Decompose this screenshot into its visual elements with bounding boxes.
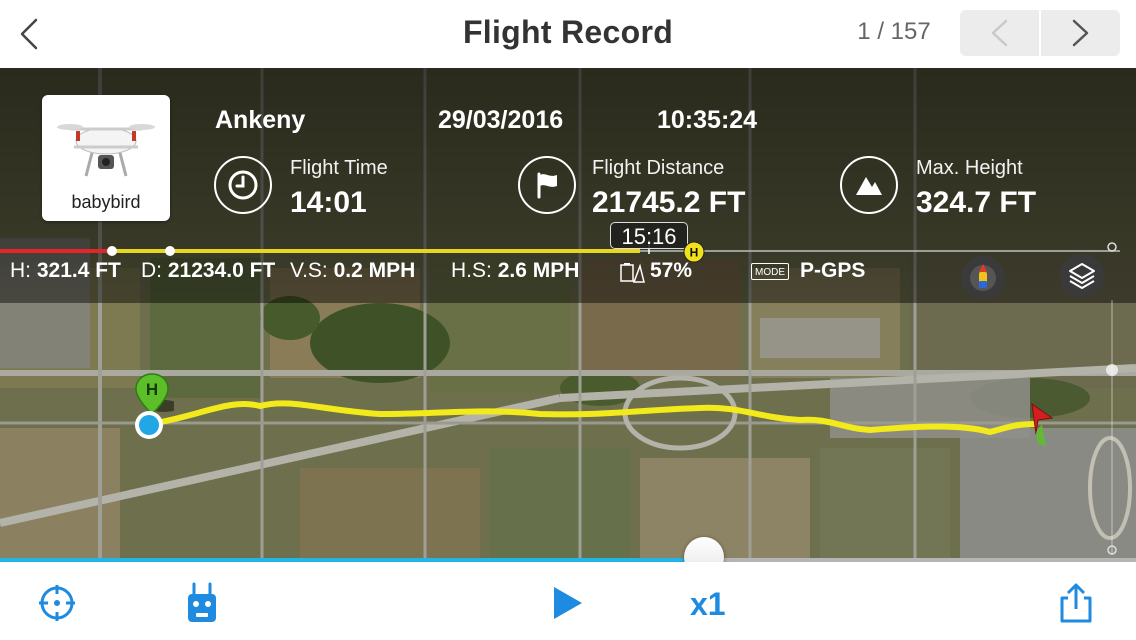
horizontal-speed-readout: H.S: 2.6 MPH xyxy=(451,259,579,283)
next-record-button[interactable] xyxy=(1041,10,1120,56)
svg-text:H: H xyxy=(146,380,158,399)
height-label: H: xyxy=(10,259,31,282)
battery-level: 57% xyxy=(650,259,693,282)
max-height-label: Max. Height xyxy=(916,157,1023,179)
flag-icon xyxy=(518,156,576,214)
flight-time-label: Flight Time xyxy=(290,157,388,179)
flight-date: 29/03/2016 xyxy=(438,106,564,134)
flight-time-value: 14:01 xyxy=(290,186,367,219)
zoom-scale xyxy=(1106,300,1118,555)
timeline-marker[interactable] xyxy=(107,246,117,256)
crosshair-icon xyxy=(39,585,75,621)
flight-start-time: 10:35:24 xyxy=(657,106,758,134)
mountain-icon xyxy=(840,156,898,214)
aircraft-orientation-button[interactable] xyxy=(961,256,1005,300)
distance-value: 21234.0 FT xyxy=(167,259,276,282)
remote-controller-icon xyxy=(188,582,216,622)
horizontal-speed-value: 2.6 MPH xyxy=(497,259,580,282)
playback-speed-button[interactable]: x1 xyxy=(690,586,726,623)
compass-icon xyxy=(970,264,996,291)
max-height-value: 324.7 FT xyxy=(916,186,1037,219)
vertical-speed-readout: V.S: 0.2 MPH xyxy=(290,259,415,283)
svg-text:H: H xyxy=(690,246,699,260)
flight-location: Ankeny xyxy=(215,106,306,134)
timeline-current-time: 15:16 xyxy=(610,222,688,249)
aircraft-name: babybird xyxy=(71,192,141,212)
distance-readout: D: 21234.0 FT xyxy=(141,259,275,283)
locate-button[interactable] xyxy=(38,584,76,627)
map-layers-button[interactable] xyxy=(1060,254,1104,298)
play-button[interactable] xyxy=(552,586,584,625)
flight-map[interactable] xyxy=(0,68,1136,560)
height-readout: H: 321.4 FT xyxy=(10,259,121,283)
horizontal-speed-label: H.S: xyxy=(451,259,492,282)
flight-distance-label: Flight Distance xyxy=(592,157,725,179)
drone-icon xyxy=(57,124,155,177)
height-value: 321.4 FT xyxy=(36,259,121,282)
layers-icon xyxy=(1069,263,1095,289)
previous-record-button[interactable] xyxy=(960,10,1039,56)
distance-label: D: xyxy=(141,259,162,282)
battery-icon xyxy=(620,263,645,283)
flight-distance-value: 21745.2 FT xyxy=(592,186,746,219)
remote-controller-button[interactable] xyxy=(186,582,218,629)
share-icon xyxy=(1060,583,1092,623)
chevron-left-icon xyxy=(991,19,1008,47)
aircraft-card[interactable]: babybird xyxy=(42,95,170,221)
timeline-marker[interactable] xyxy=(165,246,175,256)
play-icon xyxy=(554,587,582,619)
aircraft-position-icon xyxy=(1031,402,1054,446)
record-pager xyxy=(960,10,1120,56)
clock-icon xyxy=(214,156,272,214)
chevron-right-icon xyxy=(1072,19,1089,47)
record-counter: 1 / 157 xyxy=(857,18,931,45)
flight-mode-value: P-GPS xyxy=(800,259,866,282)
top-bar: Flight Record 1 / 157 xyxy=(0,0,1136,68)
mode-badge: MODE xyxy=(751,263,789,280)
share-button[interactable] xyxy=(1058,582,1094,629)
vertical-speed-value: 0.2 MPH xyxy=(333,259,416,282)
vertical-speed-label: V.S: xyxy=(290,259,328,282)
home-location-pin-icon: H xyxy=(135,373,174,439)
